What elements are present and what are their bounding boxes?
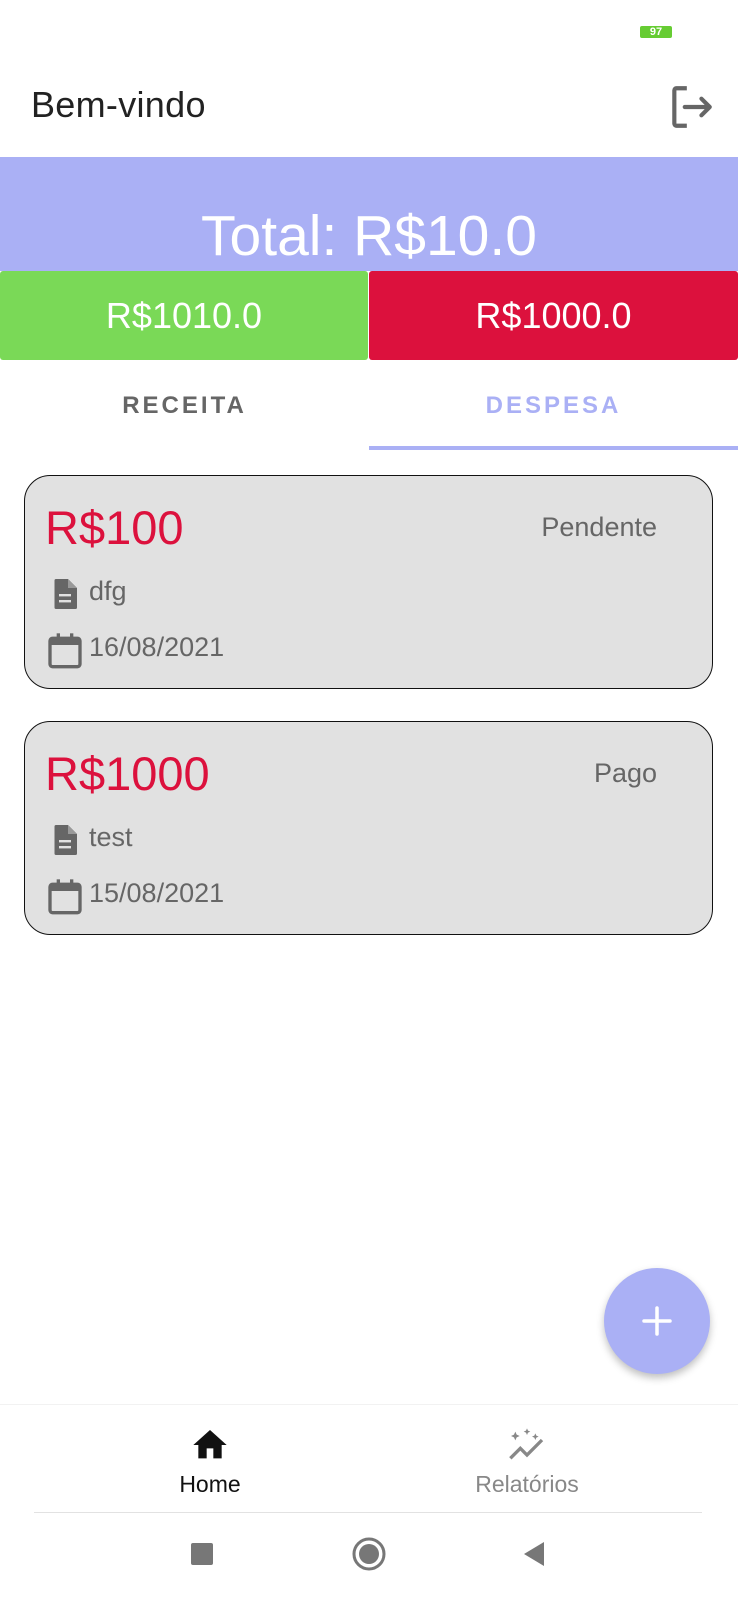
nav-item-home[interactable]: Home (110, 1405, 310, 1513)
transaction-date: 16/08/2021 (89, 632, 225, 662)
calendar-icon (48, 633, 82, 669)
logout-icon (672, 86, 712, 128)
transaction-status: Pago (593, 758, 657, 788)
nav-item-reports[interactable]: Relatórios (427, 1405, 627, 1513)
transaction-description: test (89, 822, 133, 852)
plus-icon (642, 1306, 672, 1336)
transaction-status: Pendente (541, 512, 657, 542)
tab-bar: RECEITA DESPESA (0, 362, 738, 450)
tab-indicator (369, 446, 738, 450)
reports-icon (509, 1428, 544, 1460)
transaction-amount: R$100 (45, 501, 184, 554)
tab-receita[interactable]: RECEITA (0, 362, 369, 450)
battery-indicator: 97 (640, 26, 672, 38)
bottom-navigation: Home Relatórios (0, 1404, 738, 1513)
add-transaction-button[interactable] (604, 1268, 710, 1374)
document-icon (54, 825, 77, 855)
page-title: Bem-vindo (31, 84, 206, 125)
tab-despesa[interactable]: DESPESA (369, 362, 738, 450)
income-total: R$1010.0 (0, 271, 368, 360)
document-icon (54, 579, 77, 609)
home-circle-icon[interactable] (351, 1536, 387, 1572)
app-bar: Bem-vindo (0, 68, 738, 146)
logout-button[interactable] (666, 82, 716, 132)
total-balance: Total: R$10.0 (201, 204, 537, 268)
expense-total: R$1000.0 (369, 271, 738, 360)
recents-icon[interactable] (191, 1543, 213, 1565)
calendar-icon (48, 879, 82, 915)
transaction-card[interactable]: R$100 Pendente dfg 16/08/2021 (24, 475, 713, 689)
home-icon (193, 1430, 227, 1459)
transaction-amount: R$1000 (45, 747, 210, 800)
total-banner: Total: R$10.0 (0, 157, 738, 271)
nav-label-home: Home (179, 1471, 241, 1497)
transaction-card[interactable]: R$1000 Pago test 15/08/2021 (24, 721, 713, 935)
status-bar: 97 (0, 0, 738, 60)
system-navigation (0, 1513, 738, 1600)
screen: 97 Bem-vindo Total: R$10.0 R$1010.0 R$10… (0, 0, 738, 1600)
transaction-date: 15/08/2021 (89, 878, 225, 908)
transaction-description: dfg (89, 576, 127, 606)
nav-label-reports: Relatórios (475, 1471, 579, 1497)
back-icon[interactable] (522, 1541, 546, 1567)
